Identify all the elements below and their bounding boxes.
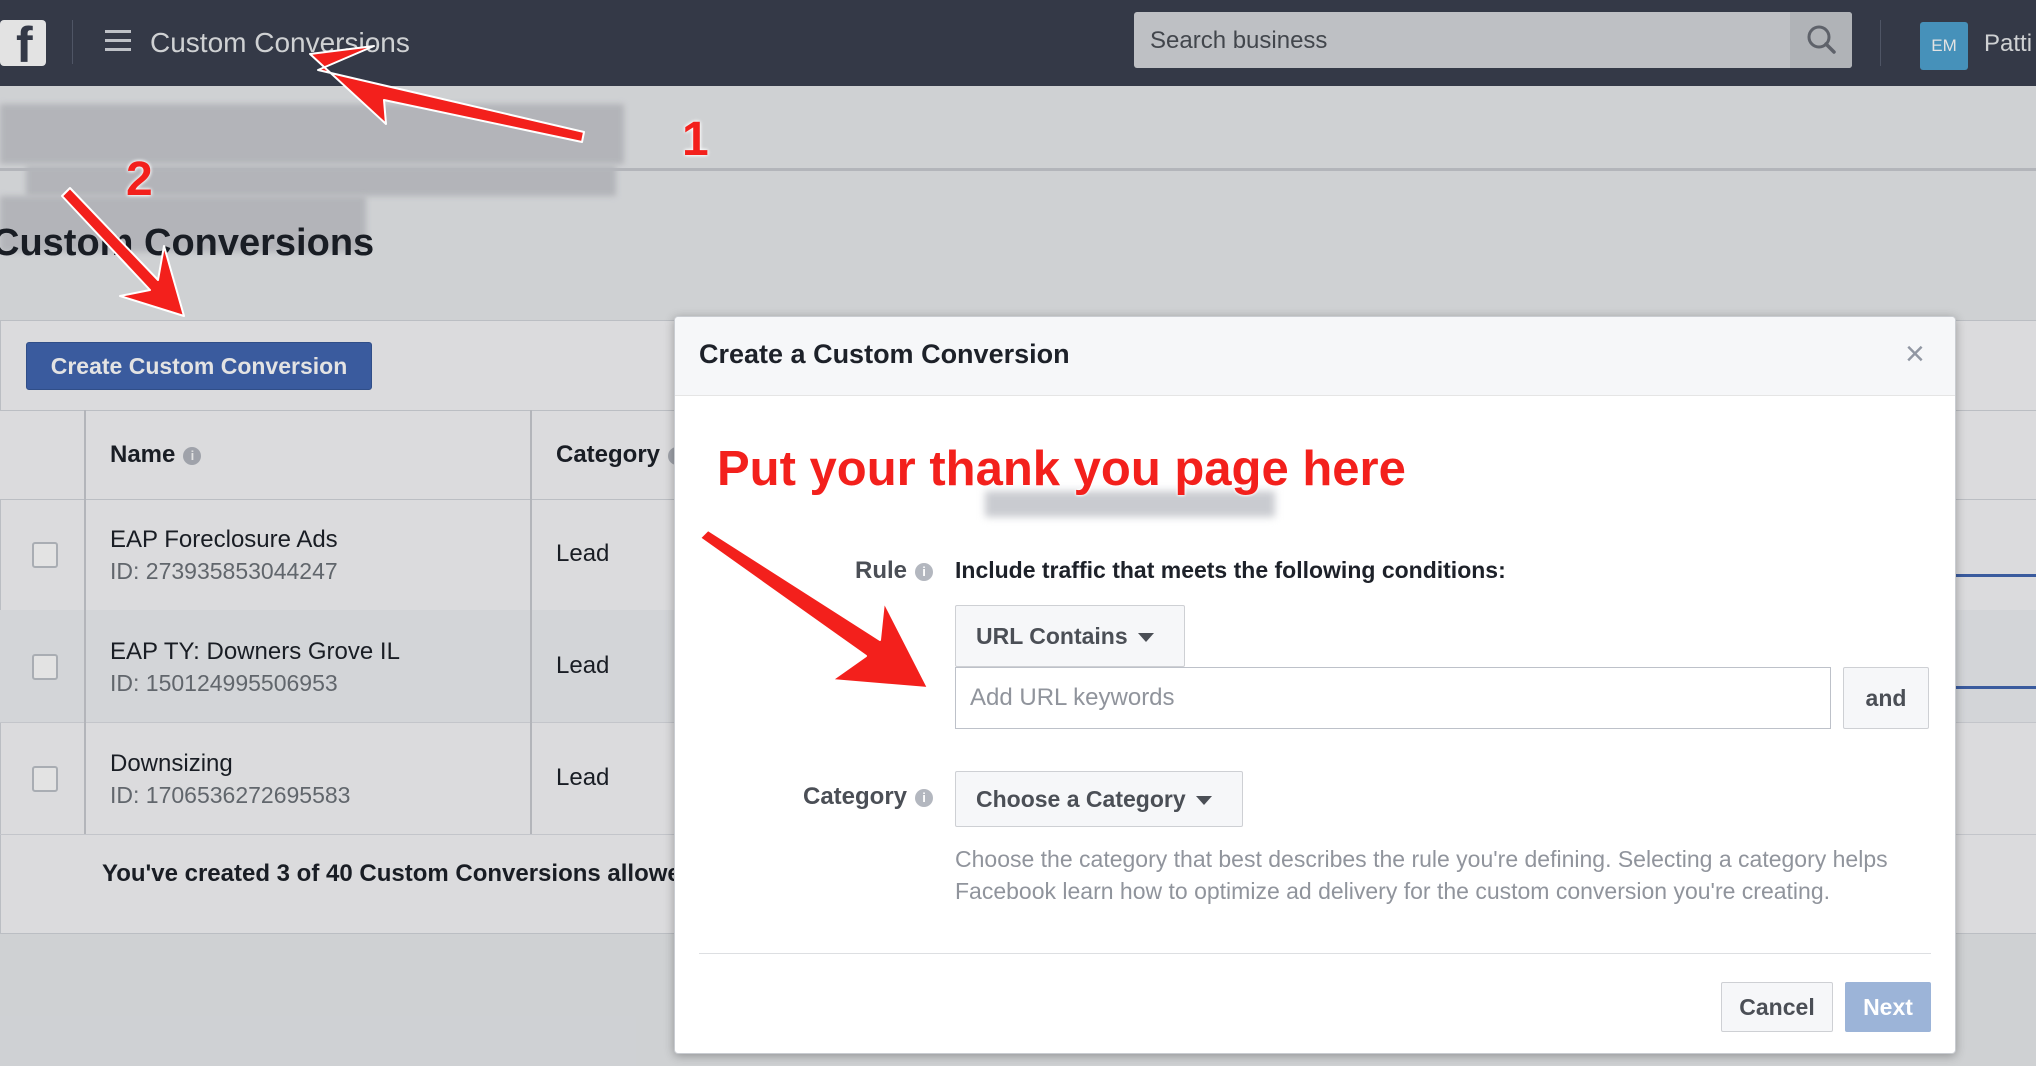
- url-condition-dropdown[interactable]: URL Contains: [955, 605, 1185, 667]
- annotation-step-2: 2: [126, 153, 153, 206]
- create-custom-conversion-dialog: Create a Custom Conversion × Put your th…: [674, 316, 1956, 1054]
- close-icon[interactable]: ×: [1905, 337, 1925, 371]
- category-dropdown[interactable]: Choose a Category: [955, 771, 1243, 827]
- and-button[interactable]: and: [1843, 667, 1929, 729]
- category-help-text: Choose the category that best describes …: [955, 846, 1888, 904]
- rule-description: Include traffic that meets the following…: [955, 557, 1506, 583]
- next-button[interactable]: Next: [1845, 982, 1931, 1032]
- dialog-title: Create a Custom Conversion: [699, 339, 1070, 369]
- dialog-header: Create a Custom Conversion ×: [675, 317, 1955, 396]
- annotation-callout: Put your thank you page here: [717, 442, 1406, 496]
- category-label: Category i: [803, 783, 934, 811]
- cancel-button[interactable]: Cancel: [1721, 982, 1833, 1032]
- caret-down-icon: [1137, 632, 1154, 642]
- url-keywords-input[interactable]: [955, 667, 1831, 729]
- annotation-step-1: 1: [682, 113, 709, 166]
- info-icon[interactable]: i: [915, 562, 934, 581]
- caret-down-icon: [1195, 795, 1212, 805]
- info-icon[interactable]: i: [915, 788, 934, 807]
- rule-label: Rule i: [855, 557, 934, 585]
- dialog-footer-divider: [699, 953, 1931, 954]
